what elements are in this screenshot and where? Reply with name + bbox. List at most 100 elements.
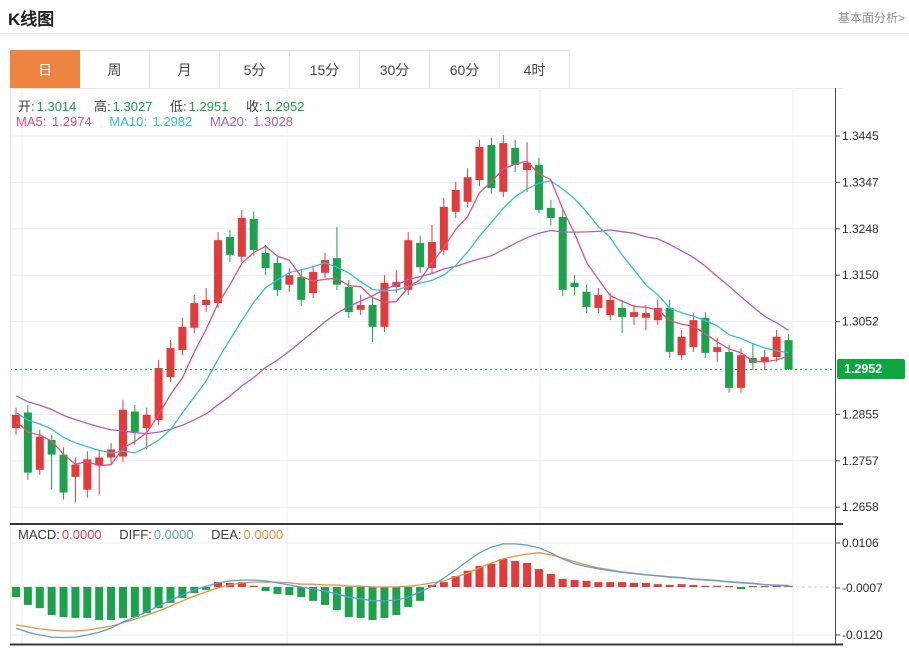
candle-body: [571, 283, 579, 287]
macd-tick-label: -0.0007: [842, 581, 883, 595]
macd-bar: [12, 587, 20, 597]
macd-bar: [594, 582, 602, 587]
candle-body: [285, 275, 293, 284]
macd-bar: [606, 582, 614, 587]
macd-legend: MACD:0.0000 DIFF:0.0000 DEA:0.0000: [18, 527, 297, 542]
tab-30min[interactable]: 30分: [360, 50, 430, 89]
candle-body: [642, 313, 650, 318]
open-value: 1.3014: [37, 99, 77, 114]
candle-body: [404, 240, 412, 290]
macd-bar: [321, 587, 329, 605]
macd-bar: [24, 587, 32, 605]
macd-bar: [131, 587, 139, 617]
candle-body: [452, 190, 460, 212]
macd-bar: [95, 587, 103, 620]
kline-page: K线图 基本面分析> 日 周 月 5分 15分 30分 60分 4时 1.344…: [0, 0, 909, 648]
macd-bar: [83, 587, 91, 618]
price-tick-label: 1.3248: [842, 222, 879, 236]
dea-label: DEA:: [211, 527, 241, 542]
ma5-label: MA5:: [16, 114, 46, 129]
macd-bar: [119, 587, 127, 618]
page-title: K线图: [8, 5, 54, 30]
header-divider: [0, 33, 909, 34]
low-value: 1.2951: [189, 99, 229, 114]
macd-bar: [60, 587, 68, 617]
candle-body: [666, 308, 674, 352]
candle-body: [321, 260, 329, 273]
macd-bar: [71, 587, 79, 618]
macd-bar: [487, 564, 495, 587]
candle-body: [155, 368, 163, 420]
ma20-value: 1.3028: [253, 114, 293, 129]
price-tick-label: 1.2757: [842, 454, 879, 468]
candle-body: [273, 263, 281, 290]
chart-area[interactable]: 1.34451.33471.32481.31501.30521.28551.27…: [0, 88, 909, 648]
macd-tick-label: -0.0120: [842, 628, 883, 642]
price-tick-label: 1.2855: [842, 407, 879, 421]
candle-body: [83, 459, 91, 489]
candle-body: [416, 243, 424, 267]
candle-body: [582, 292, 590, 307]
macd-bar: [678, 584, 686, 587]
tab-60min[interactable]: 60分: [430, 50, 500, 89]
price-tick-label: 1.3445: [842, 129, 879, 143]
macd-bar: [666, 585, 674, 587]
ohlc-legend: 开:1.3014 高:1.3027 低:1.2951 收:1.2952: [18, 96, 318, 115]
high-label: 高:: [94, 99, 111, 114]
dea-value: 0.0000: [244, 527, 284, 542]
macd-bar: [143, 587, 151, 613]
period-tabs: 日 周 月 5分 15分 30分 60分 4时: [10, 50, 570, 89]
candle-body: [618, 308, 626, 317]
macd-value: 0.0000: [62, 527, 102, 542]
macd-bar: [357, 587, 365, 618]
macd-bar: [36, 587, 44, 608]
candle-body: [357, 305, 365, 310]
macd-bar: [250, 586, 258, 587]
macd-bar: [725, 586, 733, 587]
candle-body: [689, 320, 697, 347]
candle-body: [143, 415, 151, 428]
macd-bar: [582, 581, 590, 587]
macd-bar: [48, 587, 56, 615]
tab-day[interactable]: 日: [10, 50, 80, 89]
candle-body: [214, 240, 222, 303]
candle-body: [226, 237, 234, 255]
candle-body: [464, 177, 472, 202]
candle-body: [250, 219, 258, 250]
candle-body: [547, 208, 555, 218]
ma10-label: MA10:: [109, 114, 147, 129]
tab-15min[interactable]: 15分: [290, 50, 360, 89]
price-tick-label: 1.3347: [842, 175, 879, 189]
candle-body: [678, 337, 686, 355]
macd-bar: [297, 587, 305, 597]
ma20-label: MA20:: [210, 114, 248, 129]
tab-week[interactable]: 周: [80, 50, 150, 89]
macd-label: MACD:: [18, 527, 60, 542]
macd-bar: [547, 574, 555, 587]
candle-body: [178, 327, 186, 350]
diff-value: 0.0000: [154, 527, 194, 542]
tab-5min[interactable]: 5分: [220, 50, 290, 89]
diff-label: DIFF:: [119, 527, 152, 542]
ma5-value: 1.2974: [52, 114, 92, 129]
macd-bar: [713, 586, 721, 587]
macd-bar: [689, 585, 697, 587]
ma-legend: MA5: 1.2974 MA10: 1.2982 MA20: 1.3028: [16, 114, 307, 129]
macd-bar: [535, 569, 543, 587]
low-label: 低:: [170, 99, 187, 114]
fundamental-analysis-link[interactable]: 基本面分析>: [838, 9, 905, 26]
price-tick-label: 1.2658: [842, 500, 879, 514]
tab-4hour[interactable]: 4时: [500, 50, 570, 89]
macd-bar: [737, 587, 745, 589]
macd-tick-label: 0.0106: [842, 536, 879, 550]
candle-body: [119, 410, 127, 457]
candle-body: [48, 440, 56, 455]
price-tick-label: 1.3150: [842, 268, 879, 282]
kline-chart-canvas: 1.34451.33471.32481.31501.30521.28551.27…: [0, 88, 909, 648]
macd-bar: [559, 579, 567, 587]
candle-body: [202, 300, 210, 305]
tab-month[interactable]: 月: [150, 50, 220, 89]
macd-bar: [273, 587, 281, 594]
candle-body: [476, 147, 484, 180]
candle-body: [594, 295, 602, 308]
